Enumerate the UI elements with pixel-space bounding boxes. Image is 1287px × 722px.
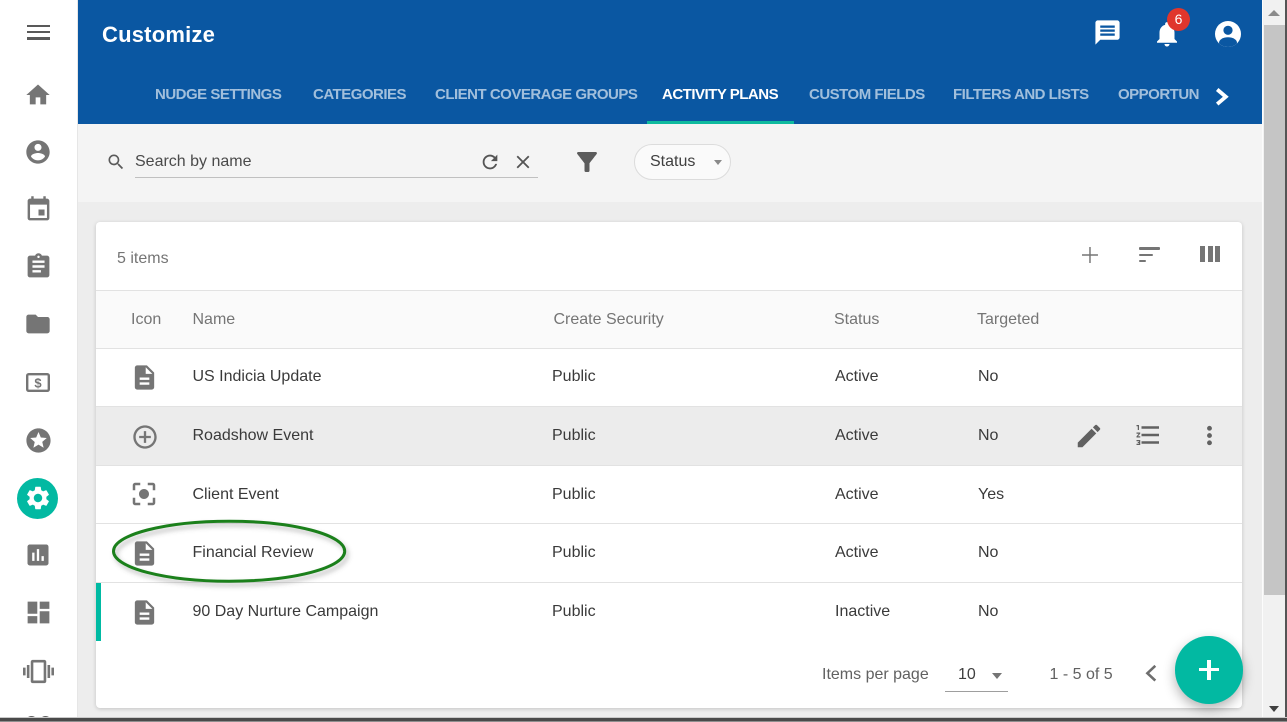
svg-text:$: $: [34, 376, 42, 391]
